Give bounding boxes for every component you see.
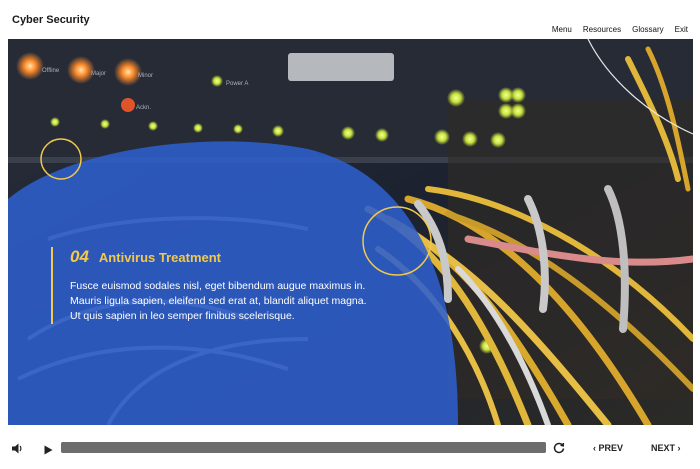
- prev-label: PREV: [598, 443, 624, 453]
- volume-icon[interactable]: [12, 441, 24, 459]
- bg-label-offline: Offline: [42, 68, 60, 74]
- resources-link[interactable]: Resources: [583, 25, 621, 34]
- slide-stage: Offline Major Minor Power A Ackn. 04 Ant…: [8, 39, 693, 425]
- prev-button[interactable]: ‹ PREV: [593, 443, 623, 453]
- slide-content: 04 Antivirus Treatment Fusce euismod sod…: [51, 247, 371, 324]
- chevron-right-icon: ›: [677, 443, 681, 453]
- bg-label-ackn: Ackn.: [136, 105, 151, 111]
- progress-bar[interactable]: [61, 442, 546, 453]
- bg-label-major: Major: [91, 71, 106, 77]
- slide-number: 04: [70, 247, 89, 266]
- menu-link[interactable]: Menu: [552, 25, 572, 34]
- player-bar: ‹ PREV NEXT ›: [0, 425, 700, 469]
- replay-icon[interactable]: [553, 441, 565, 459]
- play-icon[interactable]: [44, 442, 53, 460]
- top-nav: Menu Resources Glossary Exit: [552, 25, 688, 34]
- glossary-link[interactable]: Glossary: [632, 25, 664, 34]
- next-label: NEXT: [651, 443, 676, 453]
- course-title: Cyber Security: [12, 14, 90, 26]
- slide-body-text: Fusce euismod sodales nisl, eget bibendu…: [70, 280, 367, 322]
- slide-heading: 04 Antivirus Treatment: [70, 247, 371, 267]
- next-button[interactable]: NEXT ›: [651, 443, 681, 453]
- top-bar: Cyber Security Menu Resources Glossary E…: [0, 0, 700, 39]
- bg-label-minor: Minor: [138, 73, 153, 79]
- progress-fill: [61, 442, 546, 453]
- chevron-left-icon: ‹: [593, 443, 596, 453]
- bg-label-power-a: Power A: [226, 81, 248, 87]
- slide-title: Antivirus Treatment: [98, 250, 222, 265]
- exit-link[interactable]: Exit: [675, 25, 688, 34]
- server-rack-background: Offline Major Minor Power A Ackn.: [8, 39, 693, 425]
